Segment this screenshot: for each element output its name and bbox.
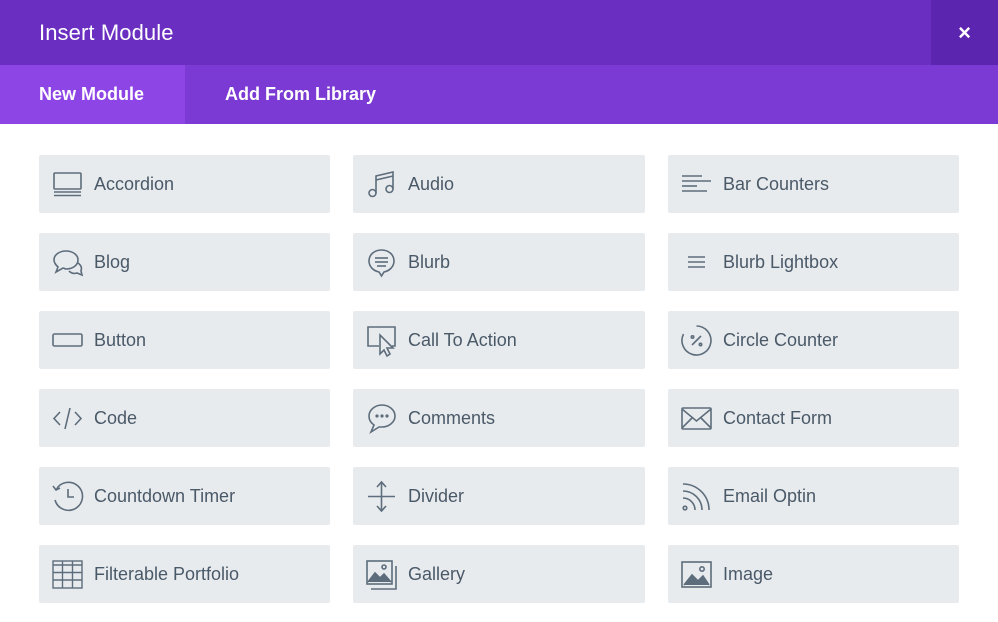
module-divider[interactable]: Divider	[353, 467, 645, 525]
module-label: Comments	[408, 407, 496, 428]
module-label: Call To Action	[408, 329, 517, 350]
button-rect-icon	[51, 324, 84, 357]
module-grid: Accordion Audio Bar Counters Blog Blurb …	[39, 155, 959, 603]
chat-bubbles-icon	[51, 246, 84, 279]
tab-bar: New Module Add From Library	[0, 65, 998, 124]
dialog-header: Insert Module ×	[0, 0, 998, 65]
module-countdown-timer[interactable]: Countdown Timer	[39, 467, 330, 525]
module-audio[interactable]: Audio	[353, 155, 645, 213]
module-label: Gallery	[408, 563, 466, 584]
module-image[interactable]: Image	[668, 545, 959, 603]
module-blurb-lightbox[interactable]: Blurb Lightbox	[668, 233, 959, 291]
divider-arrows-icon	[365, 480, 398, 513]
module-bar-counters[interactable]: Bar Counters	[668, 155, 959, 213]
module-label: Blurb	[408, 251, 451, 272]
rss-icon	[680, 480, 713, 513]
module-blurb[interactable]: Blurb	[353, 233, 645, 291]
cursor-icon	[365, 324, 398, 357]
code-icon	[51, 402, 84, 435]
module-label: Code	[94, 407, 138, 428]
module-accordion[interactable]: Accordion	[39, 155, 330, 213]
module-label: Blog	[94, 251, 131, 272]
module-blog[interactable]: Blog	[39, 233, 330, 291]
comment-dots-icon	[365, 402, 398, 435]
accordion-icon	[51, 168, 84, 201]
image-icon	[680, 558, 713, 591]
module-gallery[interactable]: Gallery	[353, 545, 645, 603]
module-label: Filterable Portfolio	[94, 563, 240, 584]
music-note-icon	[365, 168, 398, 201]
tab-add-from-library[interactable]: Add From Library	[185, 65, 376, 124]
blurb-bubble-icon	[365, 246, 398, 279]
circle-percent-icon	[680, 324, 713, 357]
module-email-optin[interactable]: Email Optin	[668, 467, 959, 525]
tab-new-module[interactable]: New Module	[0, 65, 185, 124]
gallery-icon	[365, 558, 398, 591]
envelope-icon	[680, 402, 713, 435]
bar-counters-icon	[680, 168, 713, 201]
insert-module-dialog: Insert Module × New Module Add From Libr…	[0, 0, 998, 622]
module-label: Circle Counter	[723, 329, 839, 350]
module-comments[interactable]: Comments	[353, 389, 645, 447]
module-circle-counter[interactable]: Circle Counter	[668, 311, 959, 369]
history-clock-icon	[51, 480, 84, 513]
module-code[interactable]: Code	[39, 389, 330, 447]
close-icon: ×	[958, 19, 971, 45]
dialog-title: Insert Module	[39, 20, 174, 45]
grid-table-icon	[51, 558, 84, 591]
module-label: Bar Counters	[723, 173, 830, 194]
lines-icon	[680, 246, 713, 279]
module-label: Audio	[408, 173, 455, 194]
module-label: Blurb Lightbox	[723, 251, 839, 272]
module-label: Contact Form	[723, 407, 833, 428]
module-contact-form[interactable]: Contact Form	[668, 389, 959, 447]
module-label: Accordion	[94, 173, 175, 194]
module-button[interactable]: Button	[39, 311, 330, 369]
module-label: Image	[723, 563, 774, 584]
module-label: Email Optin	[723, 485, 817, 506]
module-label: Countdown Timer	[94, 485, 236, 506]
module-call-to-action[interactable]: Call To Action	[353, 311, 645, 369]
module-label: Button	[94, 329, 147, 350]
module-label: Divider	[408, 485, 465, 506]
module-filterable-portfolio[interactable]: Filterable Portfolio	[39, 545, 330, 603]
close-button[interactable]: ×	[931, 0, 998, 65]
